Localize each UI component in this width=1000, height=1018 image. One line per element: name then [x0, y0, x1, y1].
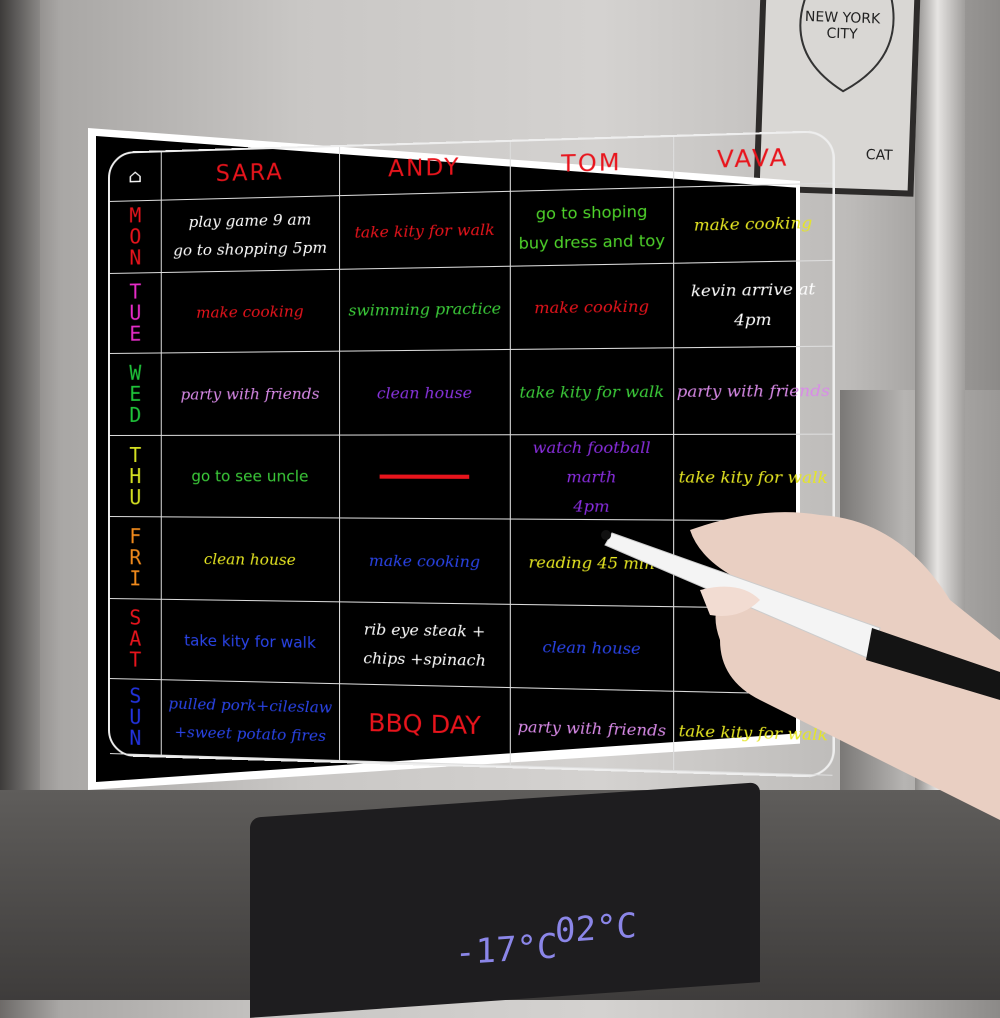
marker-tip: [601, 530, 611, 540]
hand-with-marker: [601, 512, 1000, 820]
